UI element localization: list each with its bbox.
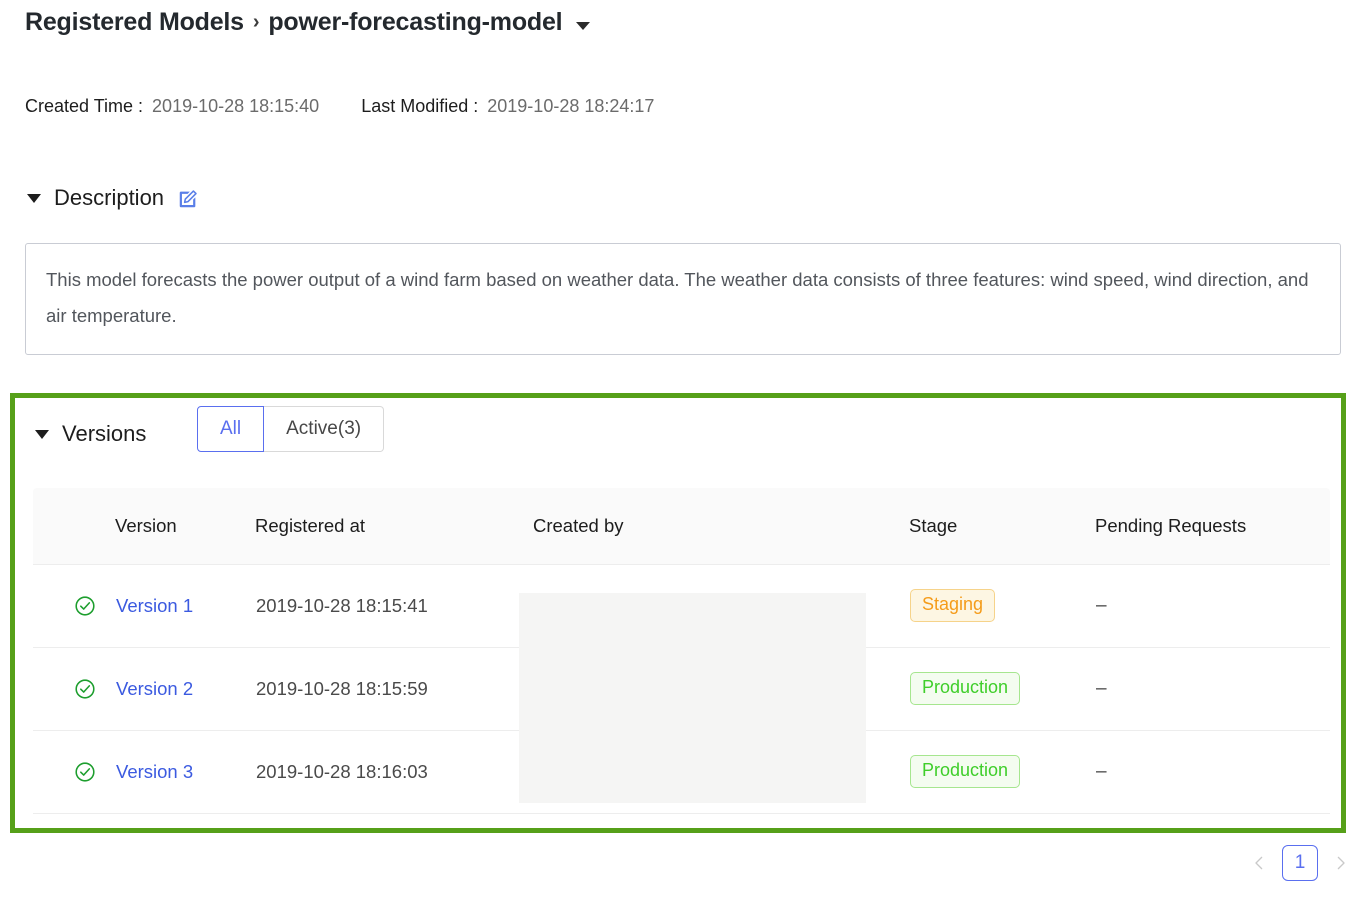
version-link[interactable]: Version 3 — [116, 761, 193, 782]
status-badge[interactable]: Production — [910, 672, 1020, 705]
last-modified-value: 2019-10-28 18:24:17 — [487, 96, 654, 117]
row-stage-cell: Production — [909, 730, 1095, 813]
versions-heading-label: Versions — [62, 421, 146, 447]
edit-pencil-icon[interactable] — [177, 188, 199, 210]
table-row[interactable]: Version 1 2019-10-28 18:15:41 Staging – — [33, 564, 1330, 647]
versions-section-header: Versions — [35, 421, 146, 447]
row-stage-cell: Production — [909, 647, 1095, 730]
chevron-left-icon[interactable] — [1250, 854, 1268, 872]
row-version-cell: Version 3 — [115, 730, 255, 813]
row-registered-at: 2019-10-28 18:16:03 — [255, 730, 533, 813]
row-created-by — [533, 730, 909, 813]
created-time-label: Created Time : — [25, 96, 143, 117]
status-badge[interactable]: Staging — [910, 589, 995, 622]
tab-active[interactable]: Active(3) — [264, 406, 384, 452]
description-text-box[interactable]: This model forecasts the power output of… — [25, 243, 1341, 355]
version-link[interactable]: Version 1 — [116, 595, 193, 616]
model-meta-row: Created Time : 2019-10-28 18:15:40 Last … — [25, 96, 654, 117]
description-heading-label: Description — [54, 185, 164, 211]
versions-section: Versions All Active(3) Version Registere… — [10, 393, 1346, 833]
chevron-right-icon[interactable] — [1332, 854, 1350, 872]
row-pending-requests: – — [1095, 730, 1330, 813]
column-header-stage[interactable]: Stage — [909, 488, 1095, 564]
created-time-value: 2019-10-28 18:15:40 — [152, 96, 319, 117]
column-header-created-by[interactable]: Created by — [533, 488, 909, 564]
column-header-status — [33, 488, 115, 564]
versions-filter-tabs: All Active(3) — [197, 406, 384, 452]
versions-table-body: Version 1 2019-10-28 18:15:41 Staging – — [33, 564, 1330, 813]
check-circle-icon — [74, 761, 96, 783]
versions-table: Version Registered at Created by Stage P… — [33, 488, 1330, 814]
row-created-by — [533, 647, 909, 730]
description-section-header: Description — [27, 185, 199, 211]
row-pending-requests: – — [1095, 647, 1330, 730]
row-pending-requests: – — [1095, 564, 1330, 647]
row-created-by — [533, 564, 909, 647]
version-link[interactable]: Version 2 — [116, 678, 193, 699]
last-modified-label: Last Modified : — [361, 96, 478, 117]
pagination: 1 — [1250, 845, 1350, 881]
table-row[interactable]: Version 3 2019-10-28 18:16:03 Production… — [33, 730, 1330, 813]
breadcrumb-separator-icon: › — [253, 11, 259, 34]
breadcrumb-registered-models[interactable]: Registered Models — [25, 8, 244, 37]
tab-all[interactable]: All — [197, 406, 264, 452]
triangle-down-icon[interactable] — [35, 430, 49, 439]
pagination-page-1[interactable]: 1 — [1282, 845, 1318, 881]
row-status-cell — [33, 647, 115, 730]
row-status-cell — [33, 730, 115, 813]
status-badge[interactable]: Production — [910, 755, 1020, 788]
caret-down-icon[interactable] — [576, 22, 590, 30]
description-text: This model forecasts the power output of… — [46, 269, 1309, 326]
versions-table-head: Version Registered at Created by Stage P… — [33, 488, 1330, 564]
column-header-version[interactable]: Version — [115, 488, 255, 564]
column-header-registered-at[interactable]: Registered at — [255, 488, 533, 564]
column-header-pending-requests[interactable]: Pending Requests — [1095, 488, 1330, 564]
check-circle-icon — [74, 678, 96, 700]
row-stage-cell: Staging — [909, 564, 1095, 647]
row-registered-at: 2019-10-28 18:15:41 — [255, 564, 533, 647]
row-status-cell — [33, 564, 115, 647]
triangle-down-icon[interactable] — [27, 194, 41, 203]
breadcrumb-model-name[interactable]: power-forecasting-model — [268, 8, 562, 37]
table-row[interactable]: Version 2 2019-10-28 18:15:59 Production… — [33, 647, 1330, 730]
row-registered-at: 2019-10-28 18:15:59 — [255, 647, 533, 730]
check-circle-icon — [74, 595, 96, 617]
breadcrumb: Registered Models › power-forecasting-mo… — [25, 8, 590, 37]
row-version-cell: Version 1 — [115, 564, 255, 647]
row-version-cell: Version 2 — [115, 647, 255, 730]
table-header-row: Version Registered at Created by Stage P… — [33, 488, 1330, 564]
